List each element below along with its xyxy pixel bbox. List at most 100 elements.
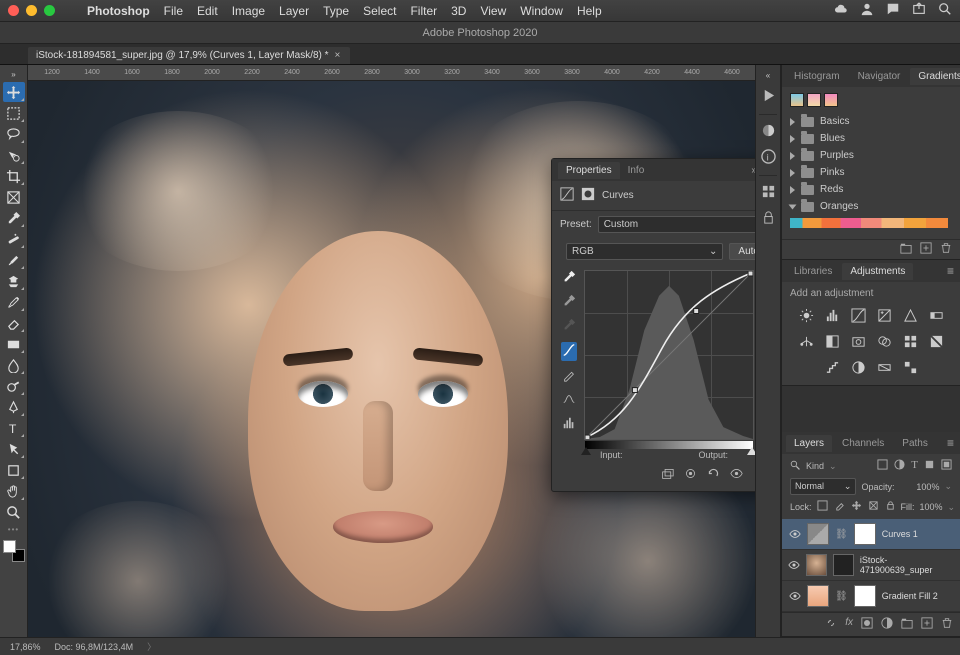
maximize-window-button[interactable]: [44, 5, 55, 16]
lock-paint-icon[interactable]: [834, 500, 845, 514]
kind-filter-icon[interactable]: [790, 460, 801, 473]
lock-all-icon[interactable]: [885, 500, 896, 514]
hue-icon[interactable]: [928, 307, 944, 323]
pen-tool[interactable]: [3, 397, 25, 417]
move-tool[interactable]: [3, 82, 25, 102]
visibility-toggle[interactable]: [788, 528, 801, 541]
gradient-map-icon[interactable]: [876, 359, 892, 375]
select-menu[interactable]: Select: [363, 4, 396, 18]
reset-icon[interactable]: [707, 467, 720, 483]
share-icon[interactable]: [912, 2, 926, 19]
info-icon[interactable]: i: [761, 149, 776, 167]
toolbar-edit-icon[interactable]: •••: [8, 525, 19, 534]
fg-color-swatch[interactable]: [3, 540, 16, 553]
filter-type-icon[interactable]: T: [911, 459, 918, 473]
new-layer-icon[interactable]: [921, 617, 933, 632]
blur-tool[interactable]: [3, 355, 25, 375]
horizontal-ruler[interactable]: 1200 1400 1600 1800 2000 2200 2400 2600 …: [28, 65, 755, 81]
tab-libraries[interactable]: Libraries: [786, 263, 840, 280]
layer-row[interactable]: ⛓ Gradient Fill 2: [782, 581, 960, 612]
lock-artboard-icon[interactable]: [868, 500, 879, 514]
selective-color-icon[interactable]: [902, 359, 918, 375]
brightness-icon[interactable]: [798, 307, 814, 323]
mask-thumb[interactable]: [854, 523, 876, 545]
orange-gradient-set[interactable]: [790, 218, 948, 228]
zoom-value[interactable]: 17,86%: [10, 642, 41, 652]
swatches-icon[interactable]: [761, 184, 776, 202]
folder-reds[interactable]: Reds: [790, 181, 952, 198]
gradient-tool[interactable]: [3, 334, 25, 354]
toolbar-expand-icon[interactable]: »: [11, 69, 15, 82]
color-balance-icon[interactable]: [798, 333, 814, 349]
app-menu[interactable]: Photoshop: [87, 4, 150, 18]
add-mask-icon[interactable]: [861, 617, 873, 632]
crop-tool[interactable]: [3, 166, 25, 186]
filter-menu[interactable]: Filter: [410, 4, 437, 18]
minimize-window-button[interactable]: [26, 5, 37, 16]
white-eyedropper-icon[interactable]: [562, 270, 576, 287]
close-tab-icon[interactable]: ×: [335, 50, 341, 61]
file-menu[interactable]: File: [164, 4, 183, 18]
filter-adjust-icon[interactable]: [894, 459, 905, 473]
dodge-tool[interactable]: [3, 376, 25, 396]
folder-blues[interactable]: Blues: [790, 130, 952, 147]
doc-size[interactable]: Doc: 96,8M/123,4M: [55, 642, 134, 652]
new-group-icon[interactable]: [901, 617, 913, 632]
close-window-button[interactable]: [8, 5, 19, 16]
blend-mode-select[interactable]: Normal⌄: [790, 478, 856, 495]
bw-icon[interactable]: [824, 333, 840, 349]
mask-link-icon[interactable]: ⛓: [835, 591, 848, 602]
trash-icon[interactable]: [940, 242, 952, 257]
levels-icon[interactable]: [824, 307, 840, 323]
view-previous-icon[interactable]: [684, 467, 697, 483]
visibility-icon[interactable]: [730, 467, 743, 483]
filter-pixel-icon[interactable]: [877, 459, 888, 473]
folder-oranges[interactable]: Oranges: [790, 198, 952, 215]
path-select-tool[interactable]: [3, 439, 25, 459]
trash-icon[interactable]: [753, 467, 755, 483]
healing-brush-tool[interactable]: [3, 229, 25, 249]
photo-filter-icon[interactable]: [850, 333, 866, 349]
layer-menu[interactable]: Layer: [279, 4, 309, 18]
frame-tool[interactable]: [3, 187, 25, 207]
image-menu[interactable]: Image: [232, 4, 265, 18]
clip-to-layer-icon[interactable]: [661, 467, 674, 483]
visibility-toggle[interactable]: [788, 590, 801, 603]
layer-row[interactable]: iStock-471900639_super: [782, 550, 960, 581]
layer-row[interactable]: ⛓ Curves 1: [782, 519, 960, 550]
rect-marquee-tool[interactable]: [3, 103, 25, 123]
channel-mixer-icon[interactable]: [876, 333, 892, 349]
panel-menu-icon[interactable]: ≡: [947, 436, 954, 450]
zoom-tool[interactable]: [3, 502, 25, 522]
posterize-icon[interactable]: [824, 359, 840, 375]
curve-edit-icon[interactable]: [561, 342, 577, 361]
fill-value[interactable]: 100%: [920, 502, 943, 512]
gray-eyedropper-icon[interactable]: [562, 294, 576, 311]
gradient-swatch[interactable]: [824, 93, 838, 107]
lock-position-icon[interactable]: [851, 500, 862, 514]
type-menu[interactable]: Type: [323, 4, 349, 18]
hand-tool[interactable]: [3, 481, 25, 501]
gradient-swatch[interactable]: [807, 93, 821, 107]
trash-icon[interactable]: [941, 617, 953, 632]
curves-icon[interactable]: [850, 307, 866, 323]
white-point-slider[interactable]: [747, 447, 755, 455]
folder-purples[interactable]: Purples: [790, 147, 952, 164]
type-tool[interactable]: T: [3, 418, 25, 438]
3d-menu[interactable]: 3D: [451, 4, 466, 18]
tab-layers[interactable]: Layers: [786, 435, 832, 452]
strip-expand-icon[interactable]: «: [766, 71, 770, 80]
brush-tool[interactable]: [3, 250, 25, 270]
mask-thumb[interactable]: [833, 554, 854, 576]
eyedropper-tool[interactable]: [3, 208, 25, 228]
chat-icon[interactable]: [886, 2, 900, 19]
link-layers-icon[interactable]: [825, 617, 837, 632]
mask-link-icon[interactable]: ⛓: [835, 529, 848, 540]
new-group-icon[interactable]: [900, 242, 912, 257]
cloud-icon[interactable]: [834, 2, 848, 19]
new-item-icon[interactable]: [920, 242, 932, 257]
document-tab[interactable]: iStock-181894581_super.jpg @ 17,9% (Curv…: [28, 47, 350, 64]
visibility-toggle[interactable]: [788, 559, 800, 572]
tab-histogram[interactable]: Histogram: [786, 68, 848, 85]
preset-select[interactable]: Custom ⌄: [598, 216, 755, 233]
